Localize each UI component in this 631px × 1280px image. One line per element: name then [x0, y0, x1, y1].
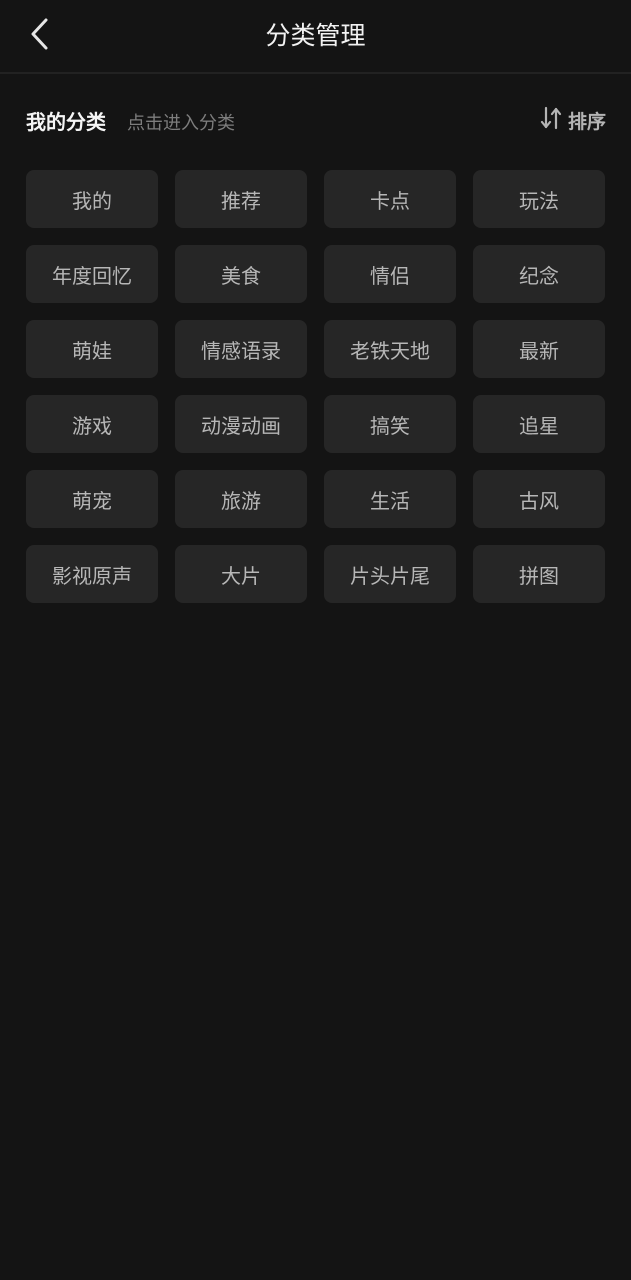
sort-button[interactable]: 排序 — [540, 104, 606, 136]
category-tag[interactable]: 追星 — [473, 395, 605, 453]
category-tag[interactable]: 情侣 — [324, 245, 456, 303]
category-tag[interactable]: 动漫动画 — [175, 395, 307, 453]
top-bar: 分类管理 — [0, 0, 631, 74]
category-grid: 我的 推荐 卡点 玩法 年度回忆 美食 情侣 纪念 萌娃 情感语录 老铁天地 最… — [26, 170, 605, 603]
category-tag[interactable]: 大片 — [175, 545, 307, 603]
page-title: 分类管理 — [265, 21, 366, 50]
section-title: 我的分类 — [26, 110, 106, 134]
category-tag[interactable]: 古风 — [473, 470, 605, 528]
sort-arrows-icon — [540, 106, 562, 134]
section-hint: 点击进入分类 — [127, 113, 235, 134]
category-tag[interactable]: 生活 — [324, 470, 456, 528]
category-tag[interactable]: 萌娃 — [26, 320, 158, 378]
category-tag[interactable]: 卡点 — [324, 170, 456, 228]
category-tag[interactable]: 片头片尾 — [324, 545, 456, 603]
category-tag[interactable]: 我的 — [26, 170, 158, 228]
category-tag[interactable]: 游戏 — [26, 395, 158, 453]
my-categories-header: 我的分类 点击进入分类 排序 — [26, 102, 606, 138]
category-tag[interactable]: 老铁天地 — [324, 320, 456, 378]
category-tag[interactable]: 纪念 — [473, 245, 605, 303]
category-tag[interactable]: 情感语录 — [175, 320, 307, 378]
category-tag[interactable]: 拼图 — [473, 545, 605, 603]
category-tag[interactable]: 推荐 — [175, 170, 307, 228]
category-tag[interactable]: 萌宠 — [26, 470, 158, 528]
category-tag[interactable]: 旅游 — [175, 470, 307, 528]
category-tag[interactable]: 最新 — [473, 320, 605, 378]
category-tag[interactable]: 年度回忆 — [26, 245, 158, 303]
category-tag[interactable]: 玩法 — [473, 170, 605, 228]
category-tag[interactable]: 搞笑 — [324, 395, 456, 453]
sort-label: 排序 — [567, 110, 606, 133]
category-tag[interactable]: 美食 — [175, 245, 307, 303]
category-tag[interactable]: 影视原声 — [26, 545, 158, 603]
